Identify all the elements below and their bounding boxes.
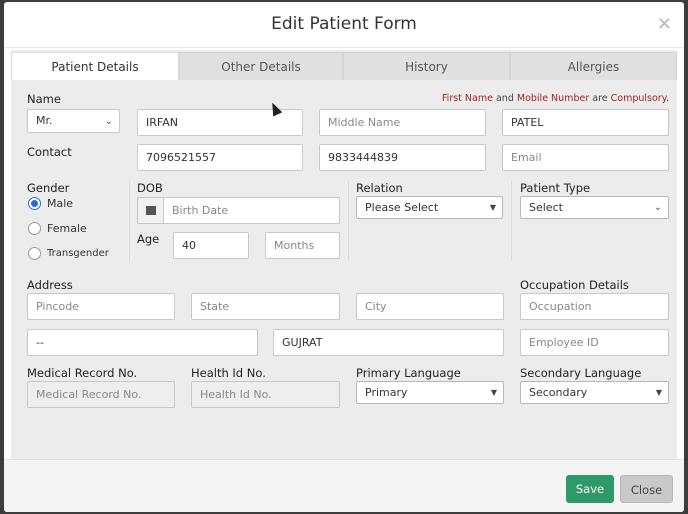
primary-language-select[interactable]: Primary ▼ [356,381,504,404]
gender-label: Gender [27,181,70,195]
birth-date-input[interactable]: Birth Date [163,197,340,224]
middle-name-input[interactable]: Middle Name [319,109,486,136]
calendar-icon[interactable] [137,197,163,224]
close-button[interactable]: Close [620,475,673,503]
patient-type-label: Patient Type [520,181,591,195]
relation-label: Relation [356,181,403,195]
edit-patient-modal: Edit Patient Form × Patient Details Othe… [4,2,684,512]
contact-label: Contact [27,145,72,159]
secondary-language-select[interactable]: Secondary ▼ [520,381,669,404]
tab-history[interactable]: History [343,52,510,80]
phone2-input[interactable]: 9833444839 [319,144,486,171]
health-id-input[interactable]: Health Id No. [191,381,340,408]
last-name-input[interactable]: PATEL [502,109,669,136]
gender-transgender-radio[interactable] [28,247,41,260]
email-input[interactable]: Email [502,144,669,171]
caret-down-icon: ▼ [655,388,662,397]
occupation-input[interactable]: Occupation [520,293,669,320]
close-icon[interactable]: × [657,15,672,33]
secondary-language-value: Secondary [529,386,588,399]
gender-female-label: Female [47,222,87,235]
address-line1-input[interactable]: -- [27,329,258,356]
note-and: and [492,93,517,104]
primary-language-value: Primary [365,386,408,399]
medical-record-label: Medical Record No. [27,366,138,380]
chevron-down-icon: ⌄ [104,116,113,127]
patient-details-panel: First Name and Mobile Number are Compuls… [11,80,677,459]
age-label: Age [137,232,160,246]
months-input[interactable]: Months [265,232,340,259]
address-line2-input[interactable]: GUJRAT [273,329,504,356]
form-area: First Name and Mobile Number are Compuls… [11,80,677,450]
divider [511,181,512,261]
gender-transgender-label: Transgender [47,248,109,259]
tab-patient-details[interactable]: Patient Details [11,52,179,80]
note-first-name: First Name [441,93,493,104]
caret-down-icon: ▼ [489,203,496,212]
divider [348,181,349,261]
modal-footer: Save Close [4,459,684,512]
title-select[interactable]: Mr. ⌄ [27,109,120,133]
title-value: Mr. [36,114,53,127]
pincode-input[interactable]: Pincode [27,293,175,320]
tab-allergies[interactable]: Allergies [510,52,677,80]
modal-title: Edit Patient Form [271,14,417,34]
patient-type-value: Select [529,201,563,214]
required-fields-note: First Name and Mobile Number are Compuls… [442,93,669,104]
gender-male-radio[interactable] [28,197,41,210]
medical-record-input[interactable]: Medical Record No. [27,381,175,408]
tab-bar: Patient Details Other Details History Al… [11,52,677,80]
note-mobile-number: Mobile Number [516,93,590,104]
primary-language-label: Primary Language [356,366,461,380]
caret-down-icon: ▼ [490,388,497,397]
age-input[interactable]: 40 [173,232,249,259]
dob-label: DOB [137,181,163,195]
modal-body: Patient Details Other Details History Al… [11,50,677,459]
health-id-label: Health Id No. [191,366,266,380]
address-label: Address [27,278,73,292]
relation-select[interactable]: Please Select ▼ [356,196,503,219]
patient-type-select[interactable]: Select ⌄ [520,196,669,219]
secondary-language-label: Secondary Language [520,366,642,380]
city-input[interactable]: City [356,293,504,320]
name-label: Name [27,92,61,106]
note-compulsory: Compulsory. [610,93,669,104]
phone1-input[interactable]: 7096521557 [137,144,303,171]
note-are: are [589,93,611,104]
save-button[interactable]: Save [566,475,614,503]
relation-value: Please Select [365,201,439,214]
state-input[interactable]: State [191,293,340,320]
occupation-label: Occupation Details [520,278,629,292]
modal-header: Edit Patient Form × [4,2,684,48]
tab-other-details[interactable]: Other Details [179,52,343,80]
gender-female-radio[interactable] [28,222,41,235]
divider [129,181,130,261]
employee-id-input[interactable]: Employee ID [520,329,669,356]
gender-male-label: Male [47,197,74,210]
chevron-down-icon: ⌄ [653,202,662,213]
